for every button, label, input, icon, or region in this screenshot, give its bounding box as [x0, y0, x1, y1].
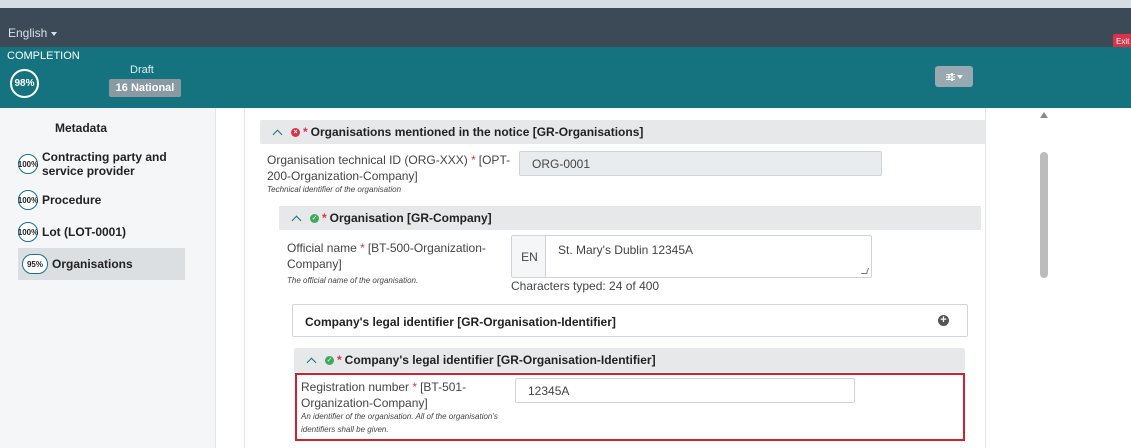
field-label-text: Registration number: [301, 380, 410, 394]
check-icon: ✓: [310, 213, 319, 223]
field-label-text: Organisation technical ID (ORG-XXX): [267, 153, 468, 167]
required-marker: *: [412, 380, 418, 394]
registration-number-input[interactable]: 12345A: [515, 378, 855, 403]
organisation-section-header[interactable]: ✓ * Organisation [GR-Company]: [279, 206, 981, 230]
chevron-up-icon[interactable]: [306, 357, 317, 367]
field-label-text: Official name: [287, 241, 357, 255]
official-name-label: Official name * [BT-500-Organization-Comp…: [287, 240, 502, 272]
official-name-value: St. Mary's Dublin 12345A: [558, 243, 694, 257]
sidebar-item-organisations[interactable]: 95% Organisations: [18, 248, 185, 280]
progress-badge: 100%: [18, 154, 38, 174]
org-id-input[interactable]: ORG-0001: [519, 151, 882, 176]
language-label: English: [8, 26, 48, 40]
sliders-icon: [945, 72, 955, 81]
sidebar-item-metadata[interactable]: Metadata: [55, 121, 107, 135]
error-icon: ×: [291, 127, 300, 137]
sidebar-item-label: Procedure: [42, 193, 102, 207]
legal-identifier-section-header[interactable]: ✓ * Company's legal identifier [GR-Organ…: [294, 348, 965, 372]
sidebar: Metadata 100% Contracting party and serv…: [0, 108, 216, 448]
sidebar-item-label: Organisations: [52, 257, 133, 271]
legal-identifier-collapsed[interactable]: Company's legal identifier [GR-Organisat…: [292, 304, 968, 337]
section-title: Company's legal identifier [GR-Organisat…: [344, 353, 656, 367]
section-title: Company's legal identifier [GR-Organisat…: [305, 315, 616, 329]
required-marker: *: [471, 153, 476, 167]
required-marker: *: [337, 353, 342, 367]
scroll-thumb[interactable]: [1040, 152, 1048, 278]
required-marker: *: [303, 125, 308, 139]
language-tag: EN: [511, 235, 547, 278]
sidebar-item-label: Lot (LOT-0001): [42, 225, 127, 239]
draft-label: Draft: [130, 64, 154, 76]
chevron-up-icon[interactable]: [291, 215, 302, 225]
registration-number-hint: An identifier of the organisation. All o…: [301, 412, 498, 434]
progress-badge: 100%: [18, 190, 38, 210]
chevron-down-icon: [956, 74, 963, 79]
filter-settings-button[interactable]: [935, 66, 973, 87]
main-content: × * Organisations mentioned in the notic…: [216, 108, 1022, 448]
resize-handle-icon[interactable]: [860, 268, 870, 274]
check-icon: ✓: [325, 355, 334, 365]
top-bar: English Exit: [0, 0, 1131, 49]
official-name-textarea[interactable]: St. Mary's Dublin 12345A: [545, 235, 872, 278]
sidebar-item-contracting-party[interactable]: 100% Contracting party and service provi…: [18, 150, 185, 178]
add-icon[interactable]: +: [938, 315, 949, 326]
progress-badge: 95%: [22, 254, 48, 274]
org-id-label: Organisation technical ID (ORG-XXX) * [OP…: [267, 152, 512, 184]
sidebar-item-lot[interactable]: 100% Lot (LOT-0001): [18, 222, 185, 242]
organisations-section-header[interactable]: × * Organisations mentioned in the notic…: [260, 120, 986, 144]
language-selector[interactable]: English: [8, 26, 58, 40]
registration-number-label: Registration number * [BT-501-Organizatio…: [301, 379, 497, 411]
org-id-hint: Technical identifier of the organisation: [267, 185, 402, 194]
characters-counter: Characters typed: 24 of 400: [511, 279, 660, 293]
section-title: Organisation [GR-Company]: [329, 211, 492, 225]
notice-type-badge: 16 National: [109, 79, 181, 97]
chevron-down-icon: [51, 31, 58, 36]
sidebar-item-procedure[interactable]: 100% Procedure: [18, 190, 185, 210]
progress-badge: 100%: [18, 222, 38, 242]
scrollbar[interactable]: [1022, 108, 1131, 448]
required-marker: *: [360, 241, 365, 255]
form-card: × * Organisations mentioned in the notic…: [244, 108, 986, 448]
scroll-up-icon[interactable]: [1040, 112, 1048, 118]
official-name-hint: The official name of the organisation.: [287, 276, 419, 285]
required-marker: *: [322, 211, 327, 225]
chevron-up-icon[interactable]: [272, 129, 283, 139]
completion-percent: 98%: [10, 69, 39, 98]
section-title: Organisations mentioned in the notice [G…: [310, 125, 644, 139]
sidebar-item-label: Contracting party and service provider: [42, 150, 167, 178]
completion-label: COMPLETION: [7, 50, 80, 62]
status-bar: COMPLETION 98% Draft 16 National: [0, 47, 1131, 108]
